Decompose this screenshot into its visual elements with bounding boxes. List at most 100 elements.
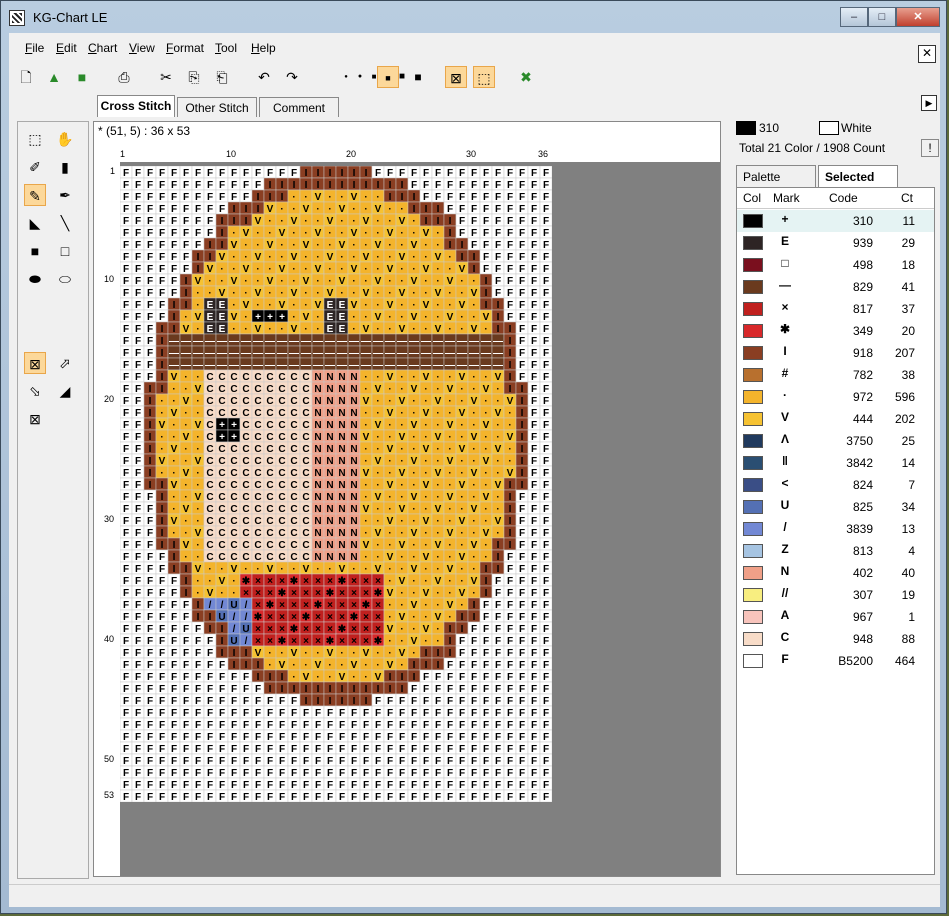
stitch-symbol: F [123,348,129,359]
half-mode-icon[interactable]: ⬚ [473,66,495,88]
color-row[interactable]: Z 813 4 [737,540,934,562]
color-row[interactable]: F B5200 464 [737,650,934,672]
stitch-symbol: F [339,720,345,731]
tab-selected[interactable]: Selected [818,165,898,187]
menu-chart[interactable]: Chart [88,41,117,55]
color-row[interactable]: //307 19 [737,584,934,606]
redo-icon[interactable]: ↷ [281,66,303,88]
color-row[interactable]: × 817 37 [737,298,934,320]
stitch-grid[interactable]: F F F F F F F F F F F F F F F I I I I I I F F F F F F F F F F F F F F FF F F F… [120,166,552,802]
mdi-close-icon[interactable]: ✕ [918,45,936,63]
paste-icon[interactable]: ⎗ [211,66,233,88]
color-row[interactable]: +310 11 [737,210,934,232]
color-row[interactable]: E 939 29 [737,232,934,254]
stitch-symbol: · [364,240,367,251]
stitch-symbol: · [220,264,223,275]
tab-comment[interactable]: Comment [259,97,339,117]
stitch-symbol: F [519,612,525,623]
full-stitch-icon[interactable]: ⊠ [24,352,46,374]
minimize-button[interactable]: ‒ [840,7,868,27]
color-row[interactable]: ‖ 3842 14 [737,452,934,474]
stitch-symbol: F [543,216,549,227]
select-color-icon[interactable]: ✖ [515,66,537,88]
small-cross-icon[interactable]: ⊠ [24,408,46,430]
stitch-symbol: · [436,312,439,323]
select-rect-icon[interactable]: ⬚ [24,128,46,150]
half-stitch-down-icon[interactable]: ⬂ [24,380,46,402]
stitch-symbol: F [411,756,417,767]
fill-icon[interactable]: ◣ [24,212,46,234]
ellipse-fill-icon[interactable]: ⬬ [24,268,46,290]
color-row[interactable]: I 918 207 [737,342,934,364]
stitch-symbol: V [375,672,382,683]
stitch-symbol: F [171,744,177,755]
menu-tool[interactable]: Tool [215,41,237,55]
stitch-symbol: C [266,480,273,491]
stitch-symbol: · [412,468,415,479]
color-count: 11 [902,214,915,228]
color-row[interactable]: ✱ 349 20 [737,320,934,342]
color-row[interactable]: A 967 1 [737,606,934,628]
stitch-symbol: F [531,456,537,467]
color-row[interactable]: /3839 13 [737,518,934,540]
rect-icon[interactable]: □ [54,240,76,262]
tab-other-stitch[interactable]: Other Stitch [177,97,257,117]
menu-help[interactable]: Help [251,41,276,55]
color-row[interactable]: U 825 34 [737,496,934,518]
stitch-symbol: · [424,528,427,539]
undo-icon[interactable]: ↶ [253,66,275,88]
eraser-icon[interactable]: ▮ [54,156,76,178]
menu-file[interactable]: File [25,41,44,55]
brush-icon[interactable]: ✒ [54,184,76,206]
cut-icon[interactable]: ✂ [155,66,177,88]
line-icon[interactable]: ╲ [54,212,76,234]
stitch-symbol: · [424,312,427,323]
stitch-symbol: · [412,252,415,263]
new-icon[interactable]: 🗋 [15,66,37,88]
total-info-button[interactable]: ! [921,139,939,157]
ellipse-icon[interactable]: ⬭ [54,268,76,290]
color-row[interactable]: —829 41 [737,276,934,298]
color-row[interactable]: <824 7 [737,474,934,496]
color-row[interactable]: N 402 40 [737,562,934,584]
tab-palette[interactable]: Palette [736,165,816,187]
color-row[interactable]: □ 498 18 [737,254,934,276]
menu-edit[interactable]: Edit [56,41,77,55]
open-icon[interactable]: ▲ [43,66,65,88]
cross-mode-icon[interactable]: ⊠ [445,66,467,88]
copy-icon[interactable]: ⎘ [183,66,205,88]
color-row[interactable]: C 948 88 [737,628,934,650]
stitch-symbol: F [339,744,345,755]
stitch-symbol: F [531,444,537,455]
pencil-icon[interactable]: ✎ [24,184,46,206]
print-icon[interactable]: ⎙ [113,66,135,88]
stitch-symbol: F [135,192,141,203]
stitch-symbol: F [327,708,333,719]
menu-format[interactable]: Format [166,41,204,55]
stitch-symbol: I [233,648,236,659]
maximize-button[interactable]: □ [868,7,896,27]
current-color-1-swatch[interactable] [736,121,756,135]
color-row[interactable]: #782 38 [737,364,934,386]
tab-cross-stitch[interactable]: Cross Stitch [97,95,175,117]
color-row[interactable]: Λ 3750 25 [737,430,934,452]
chart-area[interactable]: * (51, 5) : 36 x 53 1 10 20 30 36 1 10 2… [93,121,721,877]
stitch-symbol: U [230,600,237,611]
dot-xxlarge-icon[interactable]: ■ [407,66,429,88]
close-button[interactable]: ✕ [896,7,940,27]
color-row[interactable]: · 972 596 [737,386,934,408]
hand-icon[interactable]: ✋ [54,128,76,150]
rect-fill-icon[interactable]: ■ [24,240,46,262]
app-icon[interactable] [9,10,25,26]
stitch-symbol: I [221,636,224,647]
half-stitch-up-icon[interactable]: ⬀ [54,352,76,374]
menu-view[interactable]: View [129,41,155,55]
color-row[interactable]: V 444 202 [737,408,934,430]
save-icon[interactable]: ■ [71,66,93,88]
title-bar[interactable]: KG-Chart LE ‒ □ ✕ [1,1,946,33]
stitch-symbol: · [304,324,307,335]
quarter-stitch-icon[interactable]: ◢ [54,380,76,402]
eyedropper-icon[interactable]: ✐ [24,156,46,178]
panel-toggle-icon[interactable]: ▶ [921,95,937,111]
current-color-2-swatch[interactable] [819,121,839,135]
